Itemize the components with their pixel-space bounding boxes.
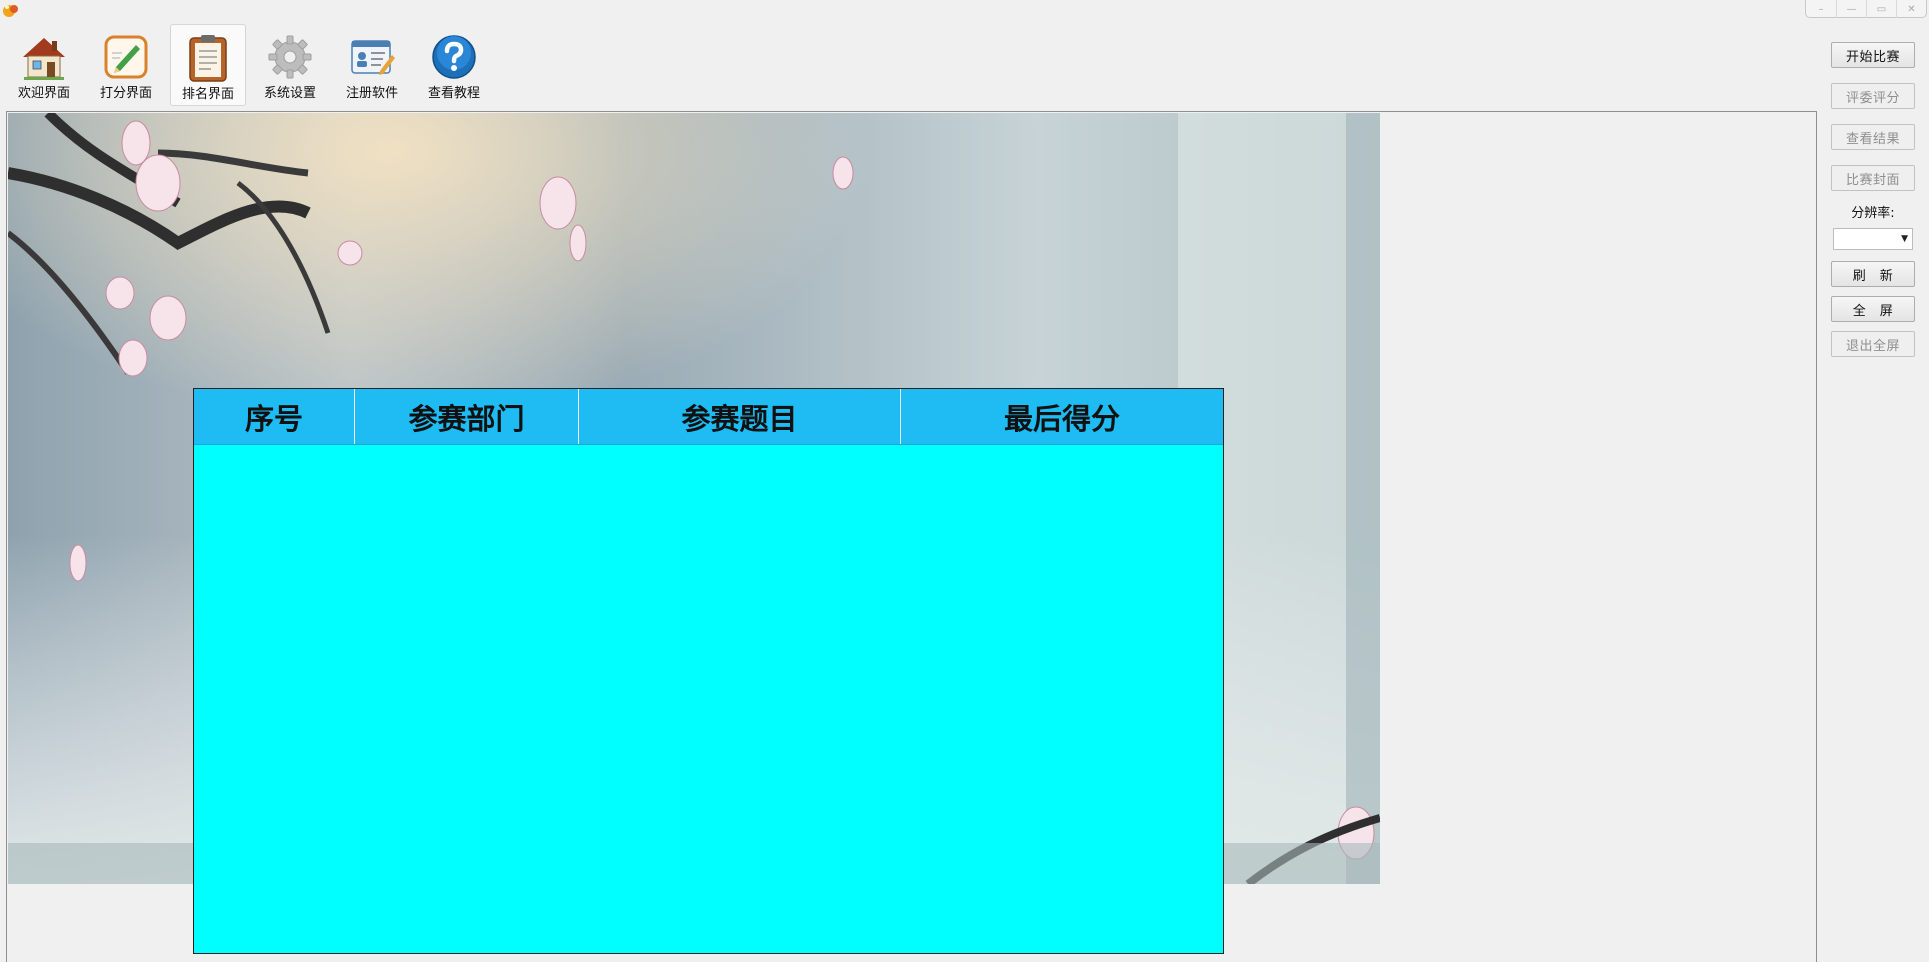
app-icon xyxy=(2,2,20,18)
resolution-select[interactable]: ▼ xyxy=(1833,228,1913,250)
exit-fullscreen-button[interactable]: 退出全屏 xyxy=(1831,331,1915,357)
score-pencil-icon xyxy=(100,32,152,82)
house-icon xyxy=(18,32,70,82)
table-header: 序号 参赛部门 参赛题目 最后得分 xyxy=(194,389,1223,445)
judge-scoring-button[interactable]: 评委评分 xyxy=(1831,83,1915,109)
tool-ranking-label: 排名界面 xyxy=(181,87,234,102)
tool-settings[interactable]: 系统设置 xyxy=(252,24,328,106)
help-icon xyxy=(428,32,480,82)
column-header-final-score[interactable]: 最后得分 xyxy=(901,389,1223,444)
window-control-1[interactable]: – xyxy=(1806,0,1836,18)
tool-welcome-label: 欢迎界面 xyxy=(17,86,70,101)
match-cover-button[interactable]: 比赛封面 xyxy=(1831,165,1915,191)
tool-help[interactable]: 查看教程 xyxy=(416,24,492,106)
register-card-icon xyxy=(346,32,398,82)
close-button[interactable]: ✕ xyxy=(1896,0,1926,18)
fullscreen-button[interactable]: 全 屏 xyxy=(1831,296,1915,322)
tool-scoring-label: 打分界面 xyxy=(99,86,152,101)
ranking-table: 序号 参赛部门 参赛题目 最后得分 xyxy=(193,388,1224,954)
window-controls: – — ▭ ✕ xyxy=(1805,0,1927,18)
minimize-button[interactable]: — xyxy=(1836,0,1866,18)
chevron-down-icon: ▼ xyxy=(1901,234,1908,244)
column-header-index[interactable]: 序号 xyxy=(194,389,355,444)
table-body xyxy=(194,445,1223,953)
gear-icon xyxy=(264,32,316,82)
view-results-button[interactable]: 查看结果 xyxy=(1831,124,1915,150)
maximize-button[interactable]: ▭ xyxy=(1866,0,1896,18)
tool-help-label: 查看教程 xyxy=(427,86,480,101)
tool-welcome[interactable]: 欢迎界面 xyxy=(6,24,82,106)
resolution-label: 分辨率: xyxy=(1851,206,1895,221)
start-match-button[interactable]: 开始比赛 xyxy=(1831,42,1915,68)
clipboard-icon xyxy=(182,33,234,83)
column-header-department[interactable]: 参赛部门 xyxy=(355,389,579,444)
tool-settings-label: 系统设置 xyxy=(263,86,316,101)
column-header-topic[interactable]: 参赛题目 xyxy=(579,389,901,444)
tool-ranking[interactable]: 排名界面 xyxy=(170,24,246,106)
tool-register-label: 注册软件 xyxy=(345,86,398,101)
tool-register[interactable]: 注册软件 xyxy=(334,24,410,106)
refresh-button[interactable]: 刷 新 xyxy=(1831,261,1915,287)
main-display-frame: 序号 参赛部门 参赛题目 最后得分 xyxy=(6,111,1817,962)
tool-scoring[interactable]: 打分界面 xyxy=(88,24,164,106)
toolbar: 欢迎界面 打分界面 排名界面 系统设置 注册软件 查看教程 xyxy=(6,24,492,108)
